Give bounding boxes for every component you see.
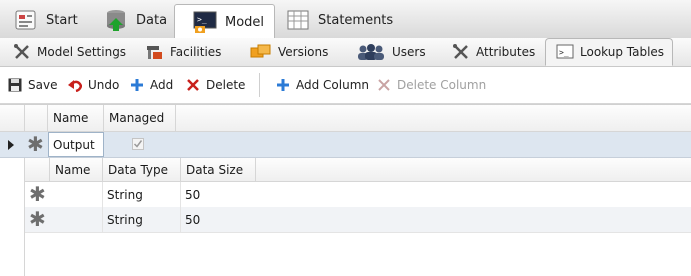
tab-start-label: Start [46,12,78,28]
main-tab-bar: Start Data >_ Model Statements [0,0,691,39]
undo-label: Undo [88,78,120,92]
tab-model-settings[interactable]: Model Settings [13,38,126,66]
plus-icon [130,78,144,92]
data-size-cell[interactable]: 50 [181,182,256,207]
table-row[interactable]: ✱ Output [0,132,691,158]
wrench-icon [452,44,470,60]
managed-checkbox[interactable] [132,138,144,150]
tab-attributes[interactable]: Attributes [452,38,535,66]
tab-facilities[interactable]: Facilities [146,38,221,66]
tab-statements-label: Statements [318,12,394,28]
tab-versions[interactable]: Versions [250,38,328,66]
tab-data-label: Data [136,12,168,28]
column-header-data-type[interactable]: Data Type [103,158,181,182]
column-name-cell[interactable] [50,207,103,232]
data-size-value: 50 [185,212,201,227]
delete-label: Delete [206,78,246,92]
undo-button[interactable]: Undo [68,67,119,103]
data-type-cell[interactable]: String [103,207,181,232]
svg-text:>_: >_ [197,15,207,24]
add-label: Add [150,78,174,92]
nested-header-filler [256,158,691,182]
users-icon [356,44,386,60]
tab-lookup-tables[interactable]: >_ Lookup Tables [545,38,674,66]
table-name-cell[interactable]: Output [48,132,104,157]
tab-statements[interactable]: Statements [286,4,393,36]
data-size-value: 50 [185,187,201,202]
data-size-cell[interactable]: 50 [181,207,256,232]
data-type-cell[interactable]: String [103,182,181,207]
tab-model-settings-label: Model Settings [37,45,127,59]
current-row-arrow-icon [8,140,14,150]
add-button[interactable]: Add [130,67,173,103]
header-filler [176,105,691,132]
delete-button[interactable]: Delete [186,67,245,103]
delete-column-label: Delete Column [397,78,487,92]
save-button[interactable]: Save [8,67,57,103]
undo-icon [68,78,83,93]
row-indicator-header [0,105,25,132]
add-column-label: Add Column [296,78,370,92]
toolbar-separator [259,73,260,97]
row-icon-header [25,105,48,132]
column-header-name-label: Name [53,111,89,125]
save-label: Save [28,78,58,92]
tab-versions-label: Versions [278,45,329,59]
statements-icon [286,8,310,32]
tab-start[interactable]: Start [14,4,78,36]
lookup-toolbar: Save Undo Add Delete Add Column Delete C… [0,67,691,104]
column-header-data-size[interactable]: Data Size [181,158,256,182]
column-name-cell[interactable] [50,182,103,207]
asterisk-icon: ✱ [29,182,46,206]
table-row[interactable]: ✱ String 50 [25,207,691,233]
save-icon [8,78,22,92]
column-header-name[interactable]: Name [48,105,104,132]
tab-users-label: Users [392,45,426,59]
asterisk-icon: ✱ [27,132,44,156]
nested-row-icon-header [25,158,50,182]
check-icon [133,140,143,148]
model-icon: >_ [193,10,217,34]
column-header-column-name[interactable]: Name [50,158,103,182]
svg-text:>_: >_ [559,48,569,57]
tab-users[interactable]: Users [356,38,426,66]
asterisk-icon: ✱ [29,207,46,231]
delete-column-button[interactable]: Delete Column [377,67,486,103]
tab-lookup-tables-label: Lookup Tables [580,45,665,59]
column-header-managed-label: Managed [109,111,165,125]
delete-x-icon [186,78,200,92]
lookup-tables-grid: Name Managed ✱ Output Name Data Type Dat… [0,104,691,276]
data-type-value: String [107,187,143,202]
data-icon [104,8,128,32]
tab-attributes-label: Attributes [476,45,536,59]
column-header-data-type-label: Data Type [108,162,169,177]
delete-x-icon [377,78,391,92]
column-header-managed[interactable]: Managed [104,105,176,132]
tab-model-label: Model [225,14,265,30]
column-header-data-size-label: Data Size [186,162,244,177]
start-icon [14,8,38,32]
table-row[interactable]: ✱ String 50 [25,182,691,208]
model-sub-tab-bar: Model Settings Facilities Versions Users… [0,38,691,67]
add-column-button[interactable]: Add Column [276,67,369,103]
tab-data[interactable]: Data [104,4,167,36]
data-type-value: String [107,212,143,227]
plus-icon [276,78,290,92]
column-header-column-name-label: Name [55,162,91,177]
facilities-icon [146,44,164,60]
wrench-icon [13,44,31,60]
tab-model[interactable]: >_ Model [174,4,276,39]
lookup-table-icon: >_ [556,44,574,60]
tab-facilities-label: Facilities [170,45,222,59]
table-name-value: Output [53,137,95,152]
versions-icon [250,44,272,60]
